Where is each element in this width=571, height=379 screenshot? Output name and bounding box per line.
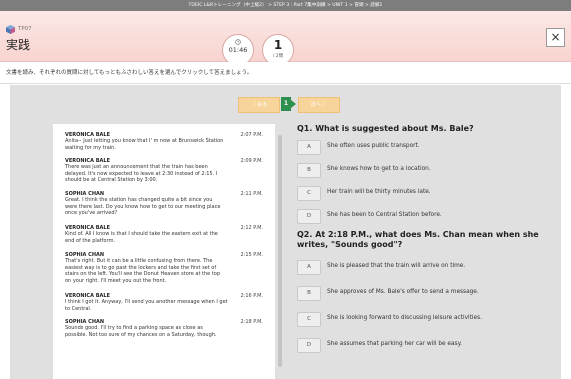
tp-label: TP07 (18, 26, 32, 32)
page-navigation: 〈 戻る 1 次へ 〉 (10, 85, 561, 115)
message-text: That's right. But it can be a little con… (65, 258, 220, 284)
answer-option[interactable]: C Her train will be thirty minutes late. (297, 184, 557, 207)
option-text[interactable]: She is pleased that the train will arriv… (327, 263, 465, 269)
answer-option[interactable]: B She approves of Ms. Bale's offer to se… (297, 284, 557, 310)
option-letter-button[interactable]: C (297, 312, 321, 327)
content-area: 〈 戻る 1 次へ 〉 VERONICA BALE 2:07 P.M. Anit… (10, 85, 561, 379)
chat-message: VERONICA BALE 2:09 P.M. There was just a… (65, 158, 265, 191)
option-letter-button[interactable]: D (297, 209, 321, 224)
page-indicator: 1 (281, 97, 291, 111)
option-letter-button[interactable]: A (297, 260, 321, 275)
answer-option[interactable]: A She often uses public transport. (297, 138, 557, 161)
chat-message: VERONICA BALE 2:16 P.M. I think I got it… (65, 293, 265, 319)
next-button[interactable]: 次へ 〉 (298, 97, 340, 113)
close-button[interactable]: × (546, 28, 565, 47)
answer-option[interactable]: D She assumes that parking her car will … (297, 336, 557, 362)
option-text[interactable]: She has been to Central Station before. (327, 212, 442, 218)
answer-option[interactable]: A She is pleased that the train will arr… (297, 258, 557, 284)
cube-icon (6, 25, 15, 34)
chat-message: SOPHIA CHAN 2:18 P.M. Sounds good. I'll … (65, 319, 265, 347)
questions-panel: Q1. What is suggested about Ms. Bale? A … (297, 124, 557, 379)
app-frame: TOEIC L&Rトレーニング（中上級2） > STEP 3 : Part 7集… (0, 0, 571, 379)
question-number: 1 (273, 38, 283, 52)
page-indicator-arrow-icon (291, 100, 296, 108)
message-text: I think I got it. Anyway, I'll send you … (65, 299, 228, 312)
option-letter-button[interactable]: B (297, 163, 321, 178)
option-letter-button[interactable]: B (297, 286, 321, 301)
option-text[interactable]: Her train will be thirty minutes late. (327, 189, 431, 195)
chat-message: SOPHIA CHAN 2:11 P.M. Great. I think the… (65, 191, 265, 225)
option-text[interactable]: She knows how to get to a location. (327, 166, 431, 172)
option-text[interactable]: She is looking forward to discussing lei… (327, 315, 482, 321)
option-text[interactable]: She often uses public transport. (327, 143, 420, 149)
message-text: Sounds good. I'll try to find a parking … (65, 325, 217, 338)
chat-message: SOPHIA CHAN 2:15 P.M. That's right. But … (65, 252, 265, 293)
page-title: 実践 (6, 38, 31, 52)
option-letter-button[interactable]: A (297, 140, 321, 155)
message-time: 2:15 P.M. (240, 252, 263, 258)
timer-value: 01:46 (228, 46, 248, 54)
option-text[interactable]: She approves of Ms. Bale's offer to send… (327, 289, 479, 295)
message-time: 2:12 P.M. (240, 225, 263, 231)
message-time: 2:07 P.M. (240, 132, 263, 138)
breadcrumb: TOEIC L&Rトレーニング（中上級2） > STEP 3 : Part 7集… (0, 0, 571, 11)
answer-option[interactable]: B She knows how to get to a location. (297, 161, 557, 184)
message-text: Great. I think the station has changed q… (65, 197, 221, 216)
answer-option[interactable]: C She is looking forward to discussing l… (297, 310, 557, 336)
message-text: There was just an announcement that the … (65, 164, 218, 183)
clock-icon (235, 39, 241, 45)
message-text: Kind of. All I know is that I should tak… (65, 231, 218, 244)
instruction-text: 文書を読み、それぞれの質問に対してもっともふさわしい答えを選んでクリックして答え… (0, 62, 571, 84)
splitter-handle[interactable] (278, 135, 282, 367)
option-letter-button[interactable]: C (297, 186, 321, 201)
message-time: 2:18 P.M. (240, 319, 263, 325)
question-total: / 2問 (272, 54, 284, 59)
message-time: 2:16 P.M. (240, 293, 263, 299)
question-text: Q2. At 2:18 P.M., what does Ms. Chan mea… (297, 230, 539, 249)
message-text: Anita-- Just letting you know that I' m … (65, 138, 224, 151)
passage-panel: VERONICA BALE 2:07 P.M. Anita-- Just let… (53, 124, 275, 379)
header: TP07 実践 01:46 1 / 2問 × (0, 11, 571, 66)
chat-message: VERONICA BALE 2:07 P.M. Anita-- Just let… (65, 132, 265, 158)
chat-message: VERONICA BALE 2:12 P.M. Kind of. All I k… (65, 225, 265, 252)
message-time: 2:09 P.M. (240, 158, 263, 164)
question-text: Q1. What is suggested about Ms. Bale? (297, 124, 474, 133)
option-letter-button[interactable]: D (297, 338, 321, 353)
option-text[interactable]: She assumes that parking her car will be… (327, 341, 462, 347)
answer-option[interactable]: D She has been to Central Station before… (297, 207, 557, 230)
prev-button[interactable]: 〈 戻る (238, 97, 280, 113)
message-time: 2:11 P.M. (240, 191, 263, 197)
